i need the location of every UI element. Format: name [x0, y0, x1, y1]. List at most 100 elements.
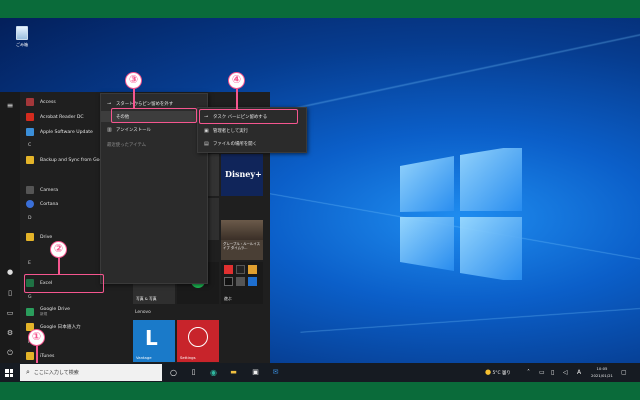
user-icon[interactable]: ● [5, 267, 15, 277]
taskbar-search[interactable]: ⌕ ここに入力して検索 [20, 364, 162, 381]
volume-icon[interactable]: ◁ [563, 363, 568, 382]
mini-app-icon [236, 265, 245, 274]
clock-date: 2021/01/21 [591, 373, 613, 378]
windows-logo [400, 148, 522, 280]
app-item-apple-update[interactable]: Apple Software Update [26, 126, 93, 138]
settings-app-icon [188, 327, 208, 347]
section-letter[interactable]: E [28, 261, 31, 266]
store-icon[interactable]: ▣ [250, 367, 261, 378]
callout-leader [36, 345, 38, 365]
callout-4: ④ [228, 72, 245, 89]
app-label-group: Google Drive 新規 [40, 307, 70, 317]
tiktok-icon [224, 277, 233, 286]
tiles-section-label: Lenovo [135, 310, 151, 315]
tile-label: Vantage [136, 355, 152, 360]
recycle-bin-icon [16, 26, 28, 40]
shield-icon: ▣ [204, 128, 209, 134]
ime-indicator[interactable]: A [577, 363, 581, 382]
callout-leader [58, 257, 60, 274]
app-sublabel: 新規 [40, 312, 48, 316]
callout-3: ③ [125, 72, 142, 89]
windows-start-icon-part [5, 373, 9, 377]
news-image [221, 220, 263, 240]
section-letter[interactable]: G [28, 295, 32, 300]
camera-icon [26, 186, 34, 194]
tile-label: 写真 & 写真 [136, 296, 157, 301]
weather-text: 5°C 曇り [492, 371, 511, 376]
section-letter[interactable]: D [28, 216, 32, 221]
folder-icon [26, 352, 34, 360]
settings-gear-icon[interactable]: ⚙ [5, 328, 15, 338]
menu-item-run-as-admin[interactable]: ▣ 管理者として実行 [198, 125, 306, 137]
tile-game-folder[interactable]: 遊ぶ [221, 262, 263, 304]
app-label: Backup and Sync from Goo... [40, 157, 107, 163]
tile-settings[interactable]: Settings [177, 320, 219, 362]
app-label: Acrobat Reader DC [40, 114, 84, 120]
vantage-logo-icon: L [145, 326, 158, 350]
unpin-icon: ⊸ [107, 100, 112, 107]
app-label: Apple Software Update [40, 129, 93, 135]
start-button[interactable] [2, 364, 16, 381]
app-label: Cortana [40, 201, 59, 207]
app-item-acrobat[interactable]: Acrobat Reader DC [26, 111, 84, 123]
mail-icon[interactable]: ✉ [270, 367, 281, 378]
edge-icon[interactable]: ◉ [208, 367, 219, 378]
clock-time: 10:05 [596, 366, 608, 371]
mini-app-icon [248, 277, 257, 286]
hamburger-icon[interactable]: ≡ [5, 101, 15, 111]
light-beam [300, 304, 640, 334]
app-item-itunes[interactable]: iTunes [26, 350, 54, 362]
app-item-backup-sync[interactable]: Backup and Sync from Goo... [26, 154, 107, 166]
disney-plus-logo: Disney+ [225, 169, 262, 179]
bottom-frame [0, 382, 640, 400]
network-icon[interactable]: ▭ [539, 363, 545, 382]
folder-icon [26, 233, 34, 241]
notification-icon[interactable]: ▢ [621, 363, 627, 382]
taskbar: ⌕ ここに入力して検索 ○ ▯ ◉ ▬ ▣ ✉ ● 5°C 曇り ˄ ▭ ▯ ◁… [0, 363, 640, 382]
mini-app-icon [236, 277, 245, 286]
document-icon[interactable]: ▯ [5, 288, 15, 298]
tile-news[interactable]: グレープル・ルールイスイブ タイムラ... [221, 220, 263, 260]
power-icon[interactable]: ⏻ [5, 348, 15, 358]
app-item-drive[interactable]: Drive [26, 231, 52, 243]
tile-vantage[interactable]: L Vantage [133, 320, 175, 362]
file-explorer-icon[interactable]: ▬ [228, 367, 239, 378]
menu-item-label: ファイルの場所を開く [213, 142, 257, 147]
folder-icon: ▤ [204, 141, 209, 147]
callout-leader [133, 87, 135, 109]
tile-disney-plus[interactable]: Disney+ [221, 154, 263, 196]
menu-item-label: アンインストール [116, 127, 151, 133]
clock[interactable]: 10:05 2021/01/21 [588, 365, 616, 379]
tray-chevron-icon[interactable]: ˄ [527, 363, 530, 382]
windows-start-icon-part [9, 369, 13, 373]
menu-item-label: スタートからピン留めを外す [116, 101, 174, 107]
app-item-cortana[interactable]: Cortana [26, 198, 58, 210]
callout-2: ② [50, 241, 67, 258]
highlight-pin-taskbar [199, 109, 298, 124]
app-item-google-drive[interactable]: Google Drive 新規 [26, 305, 70, 319]
google-drive-icon [26, 308, 34, 316]
callout-leader [236, 87, 238, 109]
access-icon [26, 98, 34, 106]
recycle-bin[interactable]: ごみ箱 [9, 26, 35, 48]
pictures-icon[interactable]: ▭ [5, 308, 15, 318]
menu-item-label: 管理者として実行 [213, 129, 248, 134]
trash-icon: ▥ [107, 126, 112, 133]
weather-widget[interactable]: ● 5°C 曇り [485, 363, 511, 382]
cortana-icon [26, 200, 34, 208]
task-view-icon[interactable]: ▯ [188, 367, 199, 378]
menu-item-uninstall[interactable]: ▥ アンインストール [101, 124, 207, 135]
callout-1: ① [28, 329, 45, 346]
app-label: iTunes [40, 353, 55, 359]
cortana-ring-icon[interactable]: ○ [168, 367, 179, 378]
app-item-access[interactable]: Access [26, 96, 56, 108]
battery-icon[interactable]: ▯ [551, 363, 554, 382]
section-letter[interactable]: C [28, 143, 31, 148]
menu-item-recent-header: 最近使ったアイテム [101, 139, 207, 150]
acrobat-icon [26, 113, 34, 121]
app-item-camera[interactable]: Camera [26, 184, 58, 196]
menu-item-open-location[interactable]: ▤ ファイルの場所を開く [198, 138, 306, 150]
search-placeholder: ここに入力して検索 [33, 370, 79, 376]
start-rail: ≡ ● ▯ ▭ ⚙ ⏻ [0, 92, 20, 363]
search-icon: ⌕ [26, 368, 30, 376]
